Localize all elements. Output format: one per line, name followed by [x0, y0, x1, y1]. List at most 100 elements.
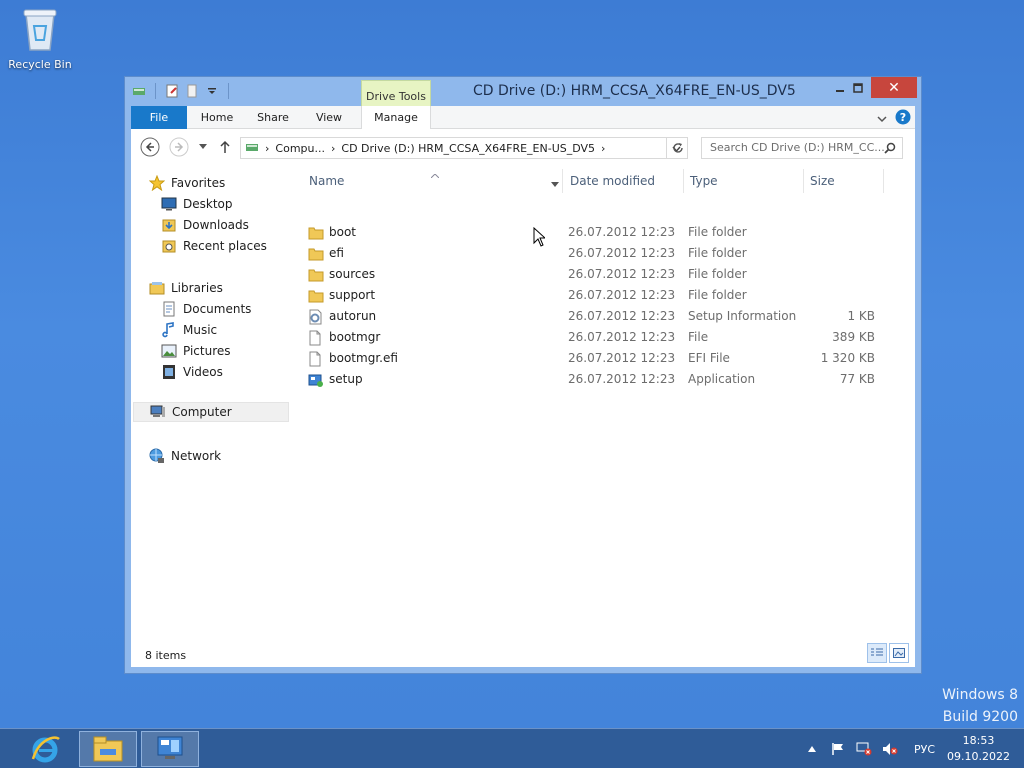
volume-muted-icon[interactable]: [880, 739, 900, 759]
file-row[interactable]: bootmgr.efi 26.07.2012 12:23 EFI File 1 320…: [291, 349, 891, 369]
application-icon: [308, 372, 324, 388]
column-divider[interactable]: [883, 169, 884, 193]
file-name: sources: [329, 267, 376, 281]
file-row[interactable]: bootmgr 26.07.2012 12:23 File 389 KB: [291, 328, 891, 348]
recycle-bin[interactable]: Recycle Bin: [4, 6, 76, 71]
search-icon[interactable]: [884, 142, 896, 157]
minimize-icon: [836, 89, 844, 92]
folder-icon: [308, 246, 324, 262]
column-header-date-modified[interactable]: Date modified: [570, 169, 655, 193]
drive-icon: [245, 141, 259, 156]
customize-toolbar-icon[interactable]: [204, 83, 220, 99]
status-item-count: 8 items: [145, 649, 187, 662]
file-row[interactable]: efi 26.07.2012 12:23 File folder: [291, 244, 891, 264]
clock-date: 09.10.2022: [947, 750, 1010, 763]
help-icon[interactable]: ?: [895, 109, 911, 128]
input-language-indicator[interactable]: РУС: [914, 743, 935, 756]
file-name: efi: [329, 246, 344, 260]
new-folder-icon[interactable]: [184, 83, 200, 99]
address-bar[interactable]: › Compu... › CD Drive (D:) HRM_CCSA_X64F…: [240, 137, 688, 159]
file-date-modified: 26.07.2012 12:23: [568, 330, 676, 344]
tab-manage[interactable]: Manage: [361, 106, 431, 129]
tab-view[interactable]: View: [303, 106, 355, 129]
nav-computer[interactable]: Computer: [133, 402, 289, 422]
nav-documents[interactable]: Documents: [161, 299, 251, 319]
expand-ribbon-icon[interactable]: [877, 112, 887, 126]
quick-access-toolbar: [131, 83, 233, 99]
music-icon: [161, 322, 177, 338]
nav-music-label: Music: [183, 323, 218, 337]
nav-music[interactable]: Music: [161, 320, 217, 340]
column-header-type[interactable]: Type: [690, 169, 718, 193]
videos-icon: [161, 364, 177, 380]
file-row[interactable]: autorun 26.07.2012 12:23 Setup Information…: [291, 307, 891, 327]
file-row[interactable]: support 26.07.2012 12:23 File folder: [291, 286, 891, 306]
drive-icon[interactable]: [131, 83, 147, 99]
column-divider[interactable]: [683, 169, 684, 193]
file-row[interactable]: sources 26.07.2012 12:23 File folder: [291, 265, 891, 285]
title-bar[interactable]: Drive Tools CD Drive (D:) HRM_CCSA_X64FR…: [125, 77, 921, 118]
tab-share[interactable]: Share: [247, 106, 299, 129]
taskbar-internet-explorer[interactable]: [16, 731, 74, 767]
taskbar: РУС 18:53 09.10.2022: [0, 728, 1024, 768]
file-size: 389 KB: [832, 330, 875, 344]
maximize-icon: [853, 82, 863, 93]
watermark-build: Build 9200: [942, 709, 1018, 725]
column-divider[interactable]: [562, 169, 563, 193]
back-button[interactable]: [140, 137, 160, 157]
search-input[interactable]: Search CD Drive (D:) HRM_CC...: [701, 137, 903, 159]
navigation-pane: Favorites Desktop Downloads Recent place…: [131, 169, 289, 629]
watermark-version: Windows 8: [942, 687, 1018, 703]
column-header-name[interactable]: Name: [309, 169, 344, 193]
file-type: Application: [688, 372, 756, 386]
taskbar-control-panel[interactable]: [141, 731, 199, 767]
maximize-button[interactable]: [845, 77, 871, 98]
tab-home[interactable]: Home: [191, 106, 243, 129]
refresh-button[interactable]: [666, 137, 688, 159]
details-view-button[interactable]: [867, 643, 887, 663]
forward-button[interactable]: [169, 137, 189, 157]
toolbar-divider: [155, 83, 156, 99]
clock[interactable]: 18:53 09.10.2022: [947, 733, 1010, 765]
tab-file[interactable]: File: [131, 106, 187, 129]
nav-favorites[interactable]: Favorites: [149, 173, 225, 193]
file-type: File folder: [688, 246, 747, 260]
navigation-bar: › Compu... › CD Drive (D:) HRM_CCSA_X64F…: [131, 129, 915, 165]
show-hidden-icons-icon[interactable]: [802, 739, 822, 759]
file-type: File folder: [688, 288, 747, 302]
nav-downloads[interactable]: Downloads: [161, 215, 249, 235]
star-icon: [149, 175, 165, 191]
properties-icon[interactable]: [164, 83, 180, 99]
file-date-modified: 26.07.2012 12:23: [568, 372, 676, 386]
column-divider[interactable]: [803, 169, 804, 193]
nav-desktop[interactable]: Desktop: [161, 194, 233, 214]
nav-network[interactable]: Network: [149, 446, 221, 466]
nav-videos[interactable]: Videos: [161, 362, 223, 382]
breadcrumb-computer[interactable]: Compu...: [275, 142, 325, 155]
file-row[interactable]: boot 26.07.2012 12:23 File folder: [291, 223, 891, 243]
control-panel-icon: [157, 736, 183, 759]
file-icon: [308, 330, 324, 346]
windows-watermark: Windows 8 Build 9200: [942, 684, 1018, 728]
file-type: File folder: [688, 267, 747, 281]
chevron-right-icon: ›: [601, 141, 606, 155]
nav-libraries[interactable]: Libraries: [149, 278, 223, 298]
nav-recent-places[interactable]: Recent places: [161, 236, 267, 256]
pictures-icon: [161, 343, 177, 359]
up-button[interactable]: [215, 137, 235, 157]
downloads-icon: [161, 217, 177, 233]
nav-pictures[interactable]: Pictures: [161, 341, 231, 361]
nav-network-label: Network: [171, 449, 222, 463]
close-button[interactable]: ✕: [871, 77, 917, 98]
taskbar-file-explorer[interactable]: [79, 731, 137, 767]
breadcrumb-cd-drive[interactable]: CD Drive (D:) HRM_CCSA_X64FRE_EN-US_DV5: [341, 142, 595, 155]
file-date-modified: 26.07.2012 12:23: [568, 225, 676, 239]
column-header-size[interactable]: Size: [810, 169, 835, 193]
recent-locations-button[interactable]: [193, 137, 213, 157]
large-icons-view-button[interactable]: [889, 643, 909, 663]
network-status-icon[interactable]: [854, 739, 874, 759]
column-filter-dropdown-icon[interactable]: [551, 177, 559, 191]
action-center-flag-icon[interactable]: [828, 739, 848, 759]
file-row[interactable]: setup 26.07.2012 12:23 Application 77 KB: [291, 370, 891, 390]
file-icon: [308, 351, 324, 367]
